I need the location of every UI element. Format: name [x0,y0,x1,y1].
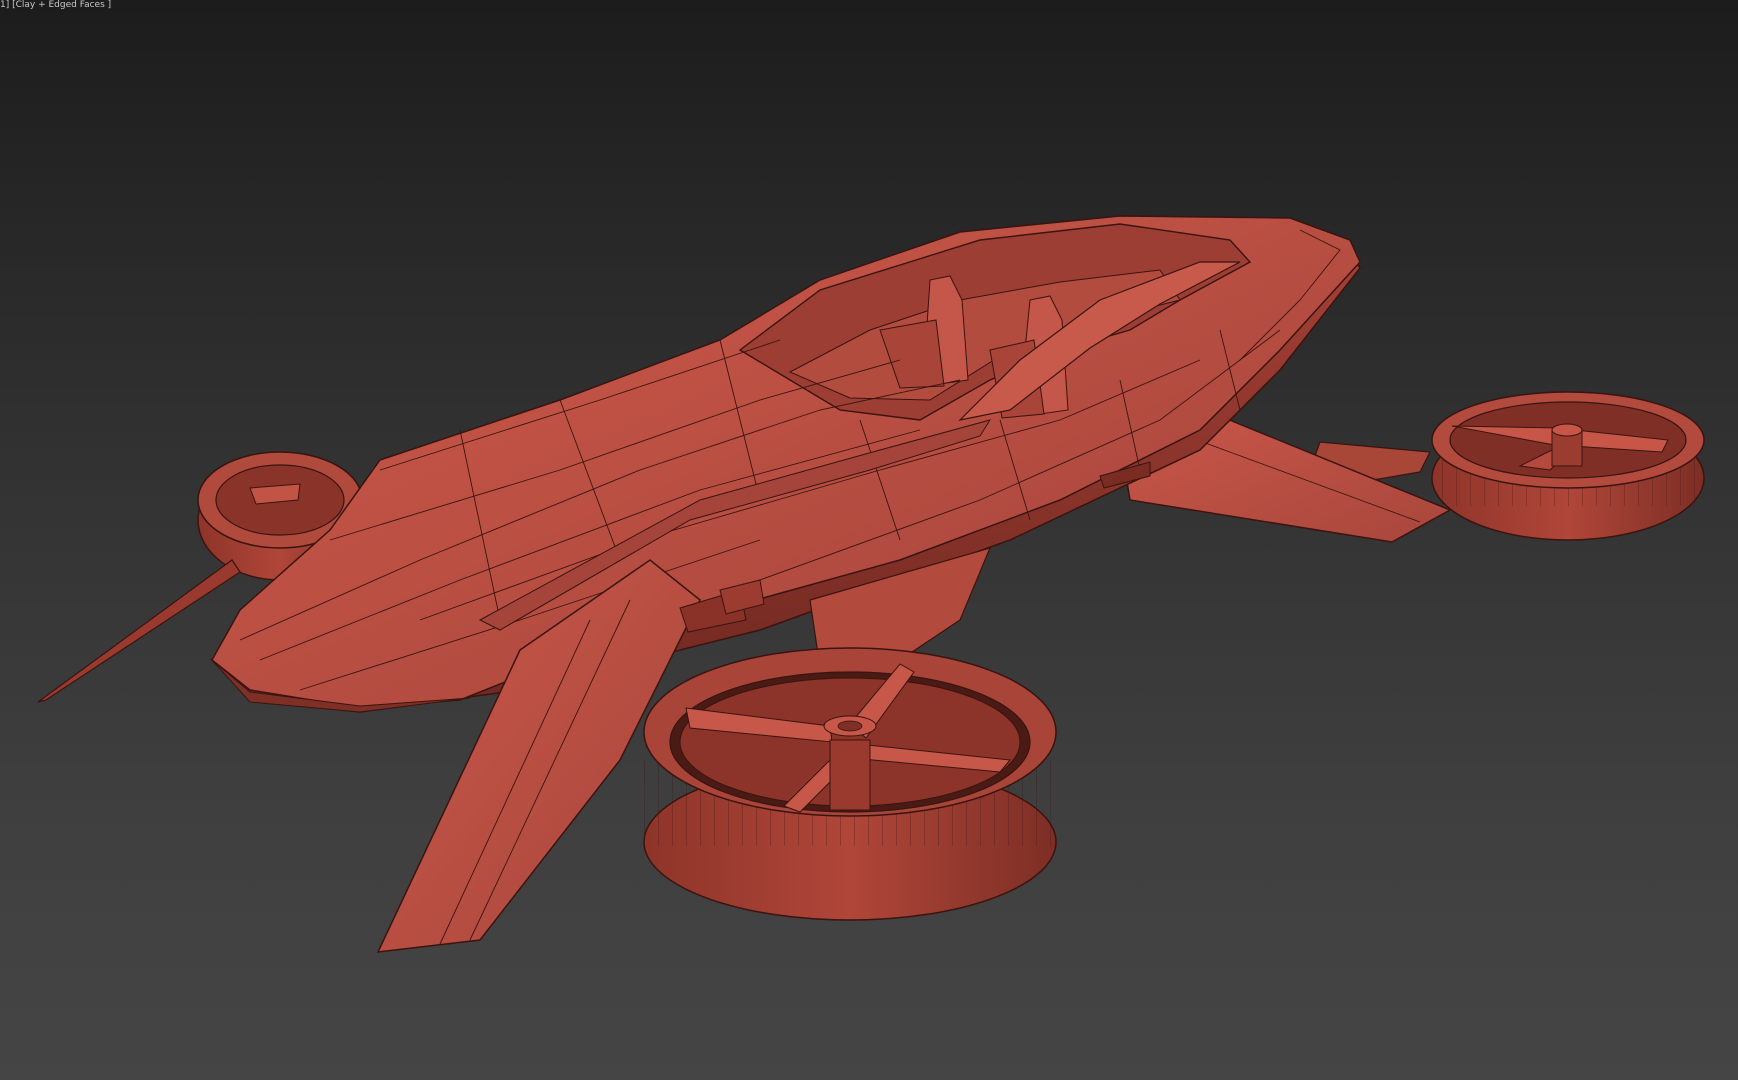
nose-spike [37,559,241,703]
model-scene[interactable] [0,0,1738,1080]
viewport-label[interactable]: 1] [Clay + Edged Faces ] [0,0,111,12]
front-fan [643,647,1057,921]
vehicle-model[interactable] [0,0,1738,1080]
3d-viewport[interactable]: 1] [Clay + Edged Faces ] [0,0,1738,1080]
